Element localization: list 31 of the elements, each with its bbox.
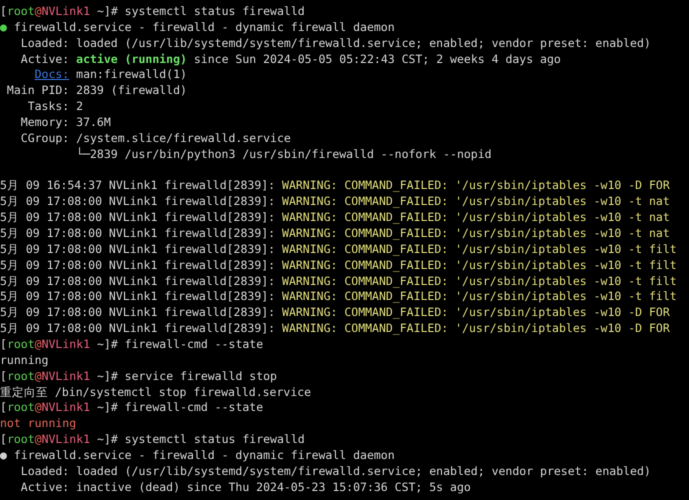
log-line: 5月 09 17:08:00 NVLink1 firewalld[2839]: WARNING: COMMAND_FAILED: '/usr/sbin/iptables -w10 -t filt <box>0 258 677 274</box>
log-line: 5月 09 17:08:00 NVLink1 firewalld[2839]: WARNING: COMMAND_FAILED: '/usr/sbin/iptables -w10 -t nat <box>0 194 670 210</box>
output-line: Memory: 37.6M <box>20 115 111 131</box>
log-line: 5月 09 17:08:00 NVLink1 firewalld[2839]: WARNING: COMMAND_FAILED: '/usr/sbin/iptables -w10 -t nat <box>0 226 670 242</box>
output-line: Active: active (running) since Sun 2024-05-05 05:22:43 CST; 2 weeks 4 days ago <box>20 52 561 68</box>
command-line: [root@NVLink1 ~]# firewall-cmd --state <box>0 400 264 416</box>
command-line: [root@NVLink1 ~]# systemctl status firewalld <box>0 432 305 448</box>
output-line: Main PID: 2839 (firewalld) <box>6 83 187 100</box>
log-line: 5月 09 17:08:00 NVLink1 firewalld[2839]: WARNING: COMMAND_FAILED: '/usr/sbin/iptables -w10 -t filt <box>0 274 677 290</box>
output-line: ● firewalld.service - firewalld - dynamic firewall daemon <box>0 448 395 464</box>
log-line: 5月 09 17:08:00 NVLink1 firewalld[2839]: WARNING: COMMAND_FAILED: '/usr/sbin/iptables -w10 -D FOR <box>0 305 670 322</box>
output-line: ● firewalld.service - firewalld - dynamic firewall daemon <box>0 20 395 36</box>
command-line: [root@NVLink1 ~]# service firewalld stop <box>0 368 277 385</box>
docs-link[interactable]: Docs: <box>34 67 70 82</box>
command-line: [root@NVLink1 ~]# systemctl status firewalld <box>0 4 305 20</box>
output-line: running <box>0 352 48 369</box>
command-line: [root@NVLink1 ~]# firewall-cmd --state <box>0 337 264 353</box>
output-line: not running <box>0 416 76 432</box>
output-line: Loaded: loaded (/usr/lib/systemd/system/firewalld.service; enabled; vendor preset: enabled) <box>20 36 651 52</box>
output-line: └─2839 /usr/bin/python3 /usr/sbin/firewalld --nofork --nopid <box>75 146 492 163</box>
output-line: Active: inactive (dead) since Thu 2024-05-23 15:07:36 CST; 5s ago <box>20 480 471 496</box>
output-line: 重定向至 /bin/systemctl stop firewalld.service <box>0 384 312 400</box>
log-line: 5月 09 17:08:00 NVLink1 firewalld[2839]: WARNING: COMMAND_FAILED: '/usr/sbin/iptables -w10 -t filt <box>0 289 677 306</box>
output-line: CGroup: /system.slice/firewalld.service <box>20 130 291 147</box>
output-line: Tasks: 2 <box>26 99 84 116</box>
output-line: Docs: man:firewalld(1) <box>34 67 187 84</box>
log-line: 5月 09 17:08:00 NVLink1 firewalld[2839]: WARNING: COMMAND_FAILED: '/usr/sbin/iptables -w10 -t filt <box>0 242 677 258</box>
log-line: 5月 09 16:54:37 NVLink1 firewalld[2839]: WARNING: COMMAND_FAILED: '/usr/sbin/iptables -w10 -D FOR <box>0 178 670 194</box>
output-line: Loaded: loaded (/usr/lib/systemd/system/firewalld.service; enabled; vendor preset: enabled) <box>20 464 651 480</box>
log-line: 5月 09 17:08:00 NVLink1 firewalld[2839]: WARNING: COMMAND_FAILED: '/usr/sbin/iptables -w10 -D FOR <box>0 321 670 338</box>
log-line: 5月 09 17:08:00 NVLink1 firewalld[2839]: WARNING: COMMAND_FAILED: '/usr/sbin/iptables -w10 -t nat <box>0 210 670 226</box>
